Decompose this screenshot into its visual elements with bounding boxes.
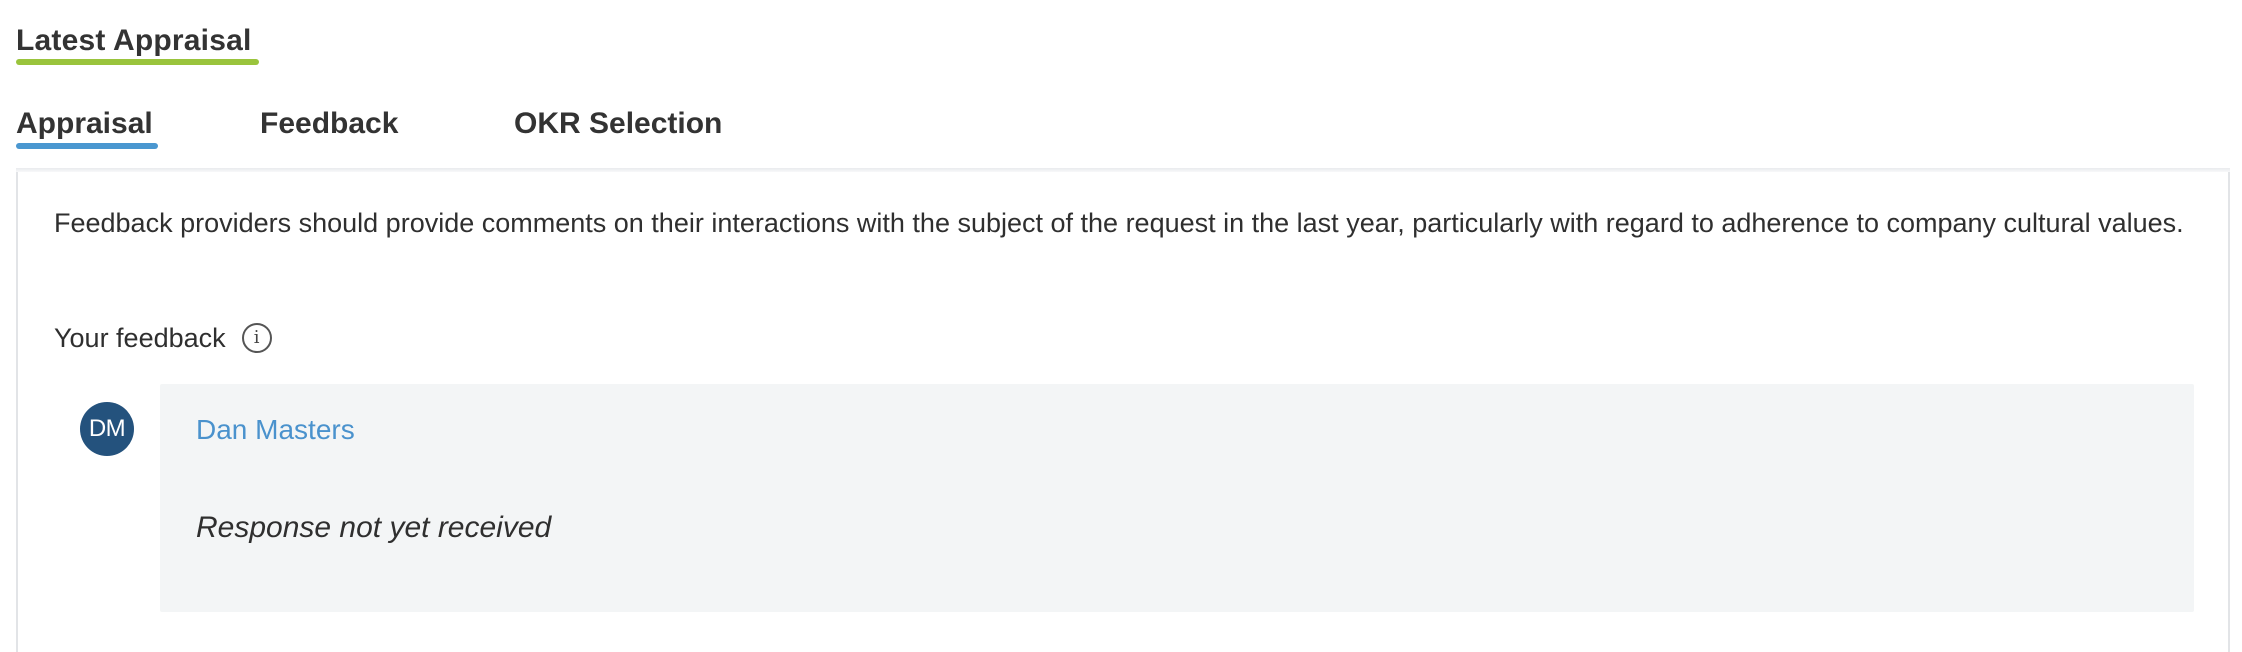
responder-name-link[interactable]: Dan Masters <box>196 410 355 450</box>
feedback-response-card: Dan Masters Response not yet received <box>160 384 2194 612</box>
your-feedback-label: Your feedback <box>54 323 226 353</box>
section-title-underline <box>16 59 259 65</box>
active-tab-indicator <box>16 143 158 149</box>
avatar: DM <box>80 402 134 456</box>
tab-appraisal[interactable]: Appraisal <box>16 100 153 148</box>
info-icon[interactable]: i <box>241 323 272 353</box>
response-status: Response not yet received <box>196 511 552 544</box>
feedback-instructions: Feedback providers should provide commen… <box>54 208 2184 238</box>
section-title: Latest Appraisal <box>16 24 252 57</box>
your-feedback-heading: Your feedback i <box>54 318 272 358</box>
tab-feedback[interactable]: Feedback <box>260 100 398 148</box>
tab-okr-selection[interactable]: OKR Selection <box>514 100 722 148</box>
